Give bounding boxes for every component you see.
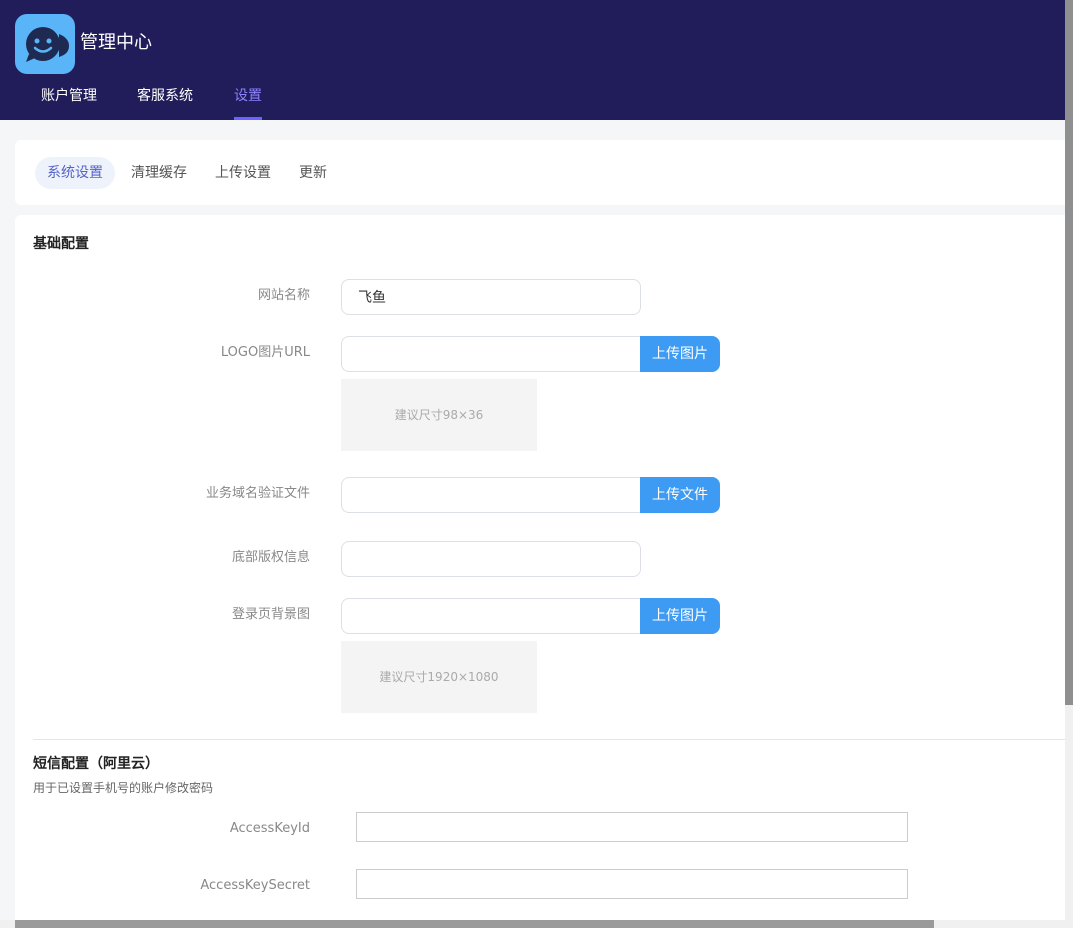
- copyright-label: 底部版权信息: [231, 550, 310, 565]
- upload-logo-button[interactable]: 上传图片: [640, 336, 720, 372]
- basic-config-title: 基础配置: [33, 236, 89, 252]
- sms-config-title: 短信配置（阿里云）: [33, 756, 159, 772]
- tab-update[interactable]: 更新: [287, 157, 339, 189]
- tab-system-settings[interactable]: 系统设置: [35, 157, 115, 189]
- tab-clear-cache[interactable]: 清理缓存: [119, 157, 199, 189]
- access-key-secret-input[interactable]: [356, 869, 908, 899]
- domain-file-input[interactable]: [341, 477, 640, 513]
- copyright-input[interactable]: [341, 541, 641, 577]
- upload-login-bg-button[interactable]: 上传图片: [640, 598, 720, 634]
- access-key-id-input[interactable]: [356, 812, 908, 842]
- logo-url-input[interactable]: [341, 336, 640, 372]
- login-bg-preview-placeholder: 建议尺寸1920×1080: [341, 641, 537, 713]
- sms-config-description: 用于已设置手机号的账户修改密码: [33, 781, 214, 795]
- site-name-label: 网站名称: [257, 288, 310, 303]
- login-bg-input[interactable]: [341, 598, 640, 634]
- nav-item-accounts[interactable]: 账户管理: [41, 86, 97, 106]
- nav-item-settings[interactable]: 设置: [234, 86, 262, 106]
- horizontal-scrollbar-thumb[interactable]: [15, 920, 934, 928]
- logo-preview-placeholder: 建议尺寸98×36: [341, 379, 537, 451]
- upload-file-button[interactable]: 上传文件: [640, 477, 720, 513]
- nav-active-indicator: [234, 117, 262, 120]
- app-title: 管理中心: [80, 32, 152, 53]
- vertical-scrollbar-thumb[interactable]: [1065, 0, 1073, 705]
- access-key-id-label: AccessKeyId: [229, 821, 310, 836]
- settings-form-card: 基础配置 网站名称 LOGO图片URL 上传图片 建议尺寸98×36 业务域名验…: [15, 215, 1065, 928]
- app-logo: [15, 14, 75, 74]
- settings-tabs-bar: 系统设置 清理缓存 上传设置 更新: [15, 140, 1065, 205]
- top-header: 管理中心 账户管理 客服系统 设置: [0, 0, 1065, 120]
- nav-item-customer-service[interactable]: 客服系统: [137, 86, 193, 106]
- chat-face-icon: [26, 27, 69, 62]
- access-key-secret-label: AccessKeySecret: [200, 878, 310, 893]
- section-divider: [33, 739, 1065, 740]
- domain-file-label: 业务域名验证文件: [205, 486, 310, 501]
- login-bg-label: 登录页背景图: [231, 607, 310, 622]
- tab-upload-settings[interactable]: 上传设置: [203, 157, 283, 189]
- site-name-input[interactable]: [341, 279, 641, 315]
- logo-url-label: LOGO图片URL: [220, 345, 310, 360]
